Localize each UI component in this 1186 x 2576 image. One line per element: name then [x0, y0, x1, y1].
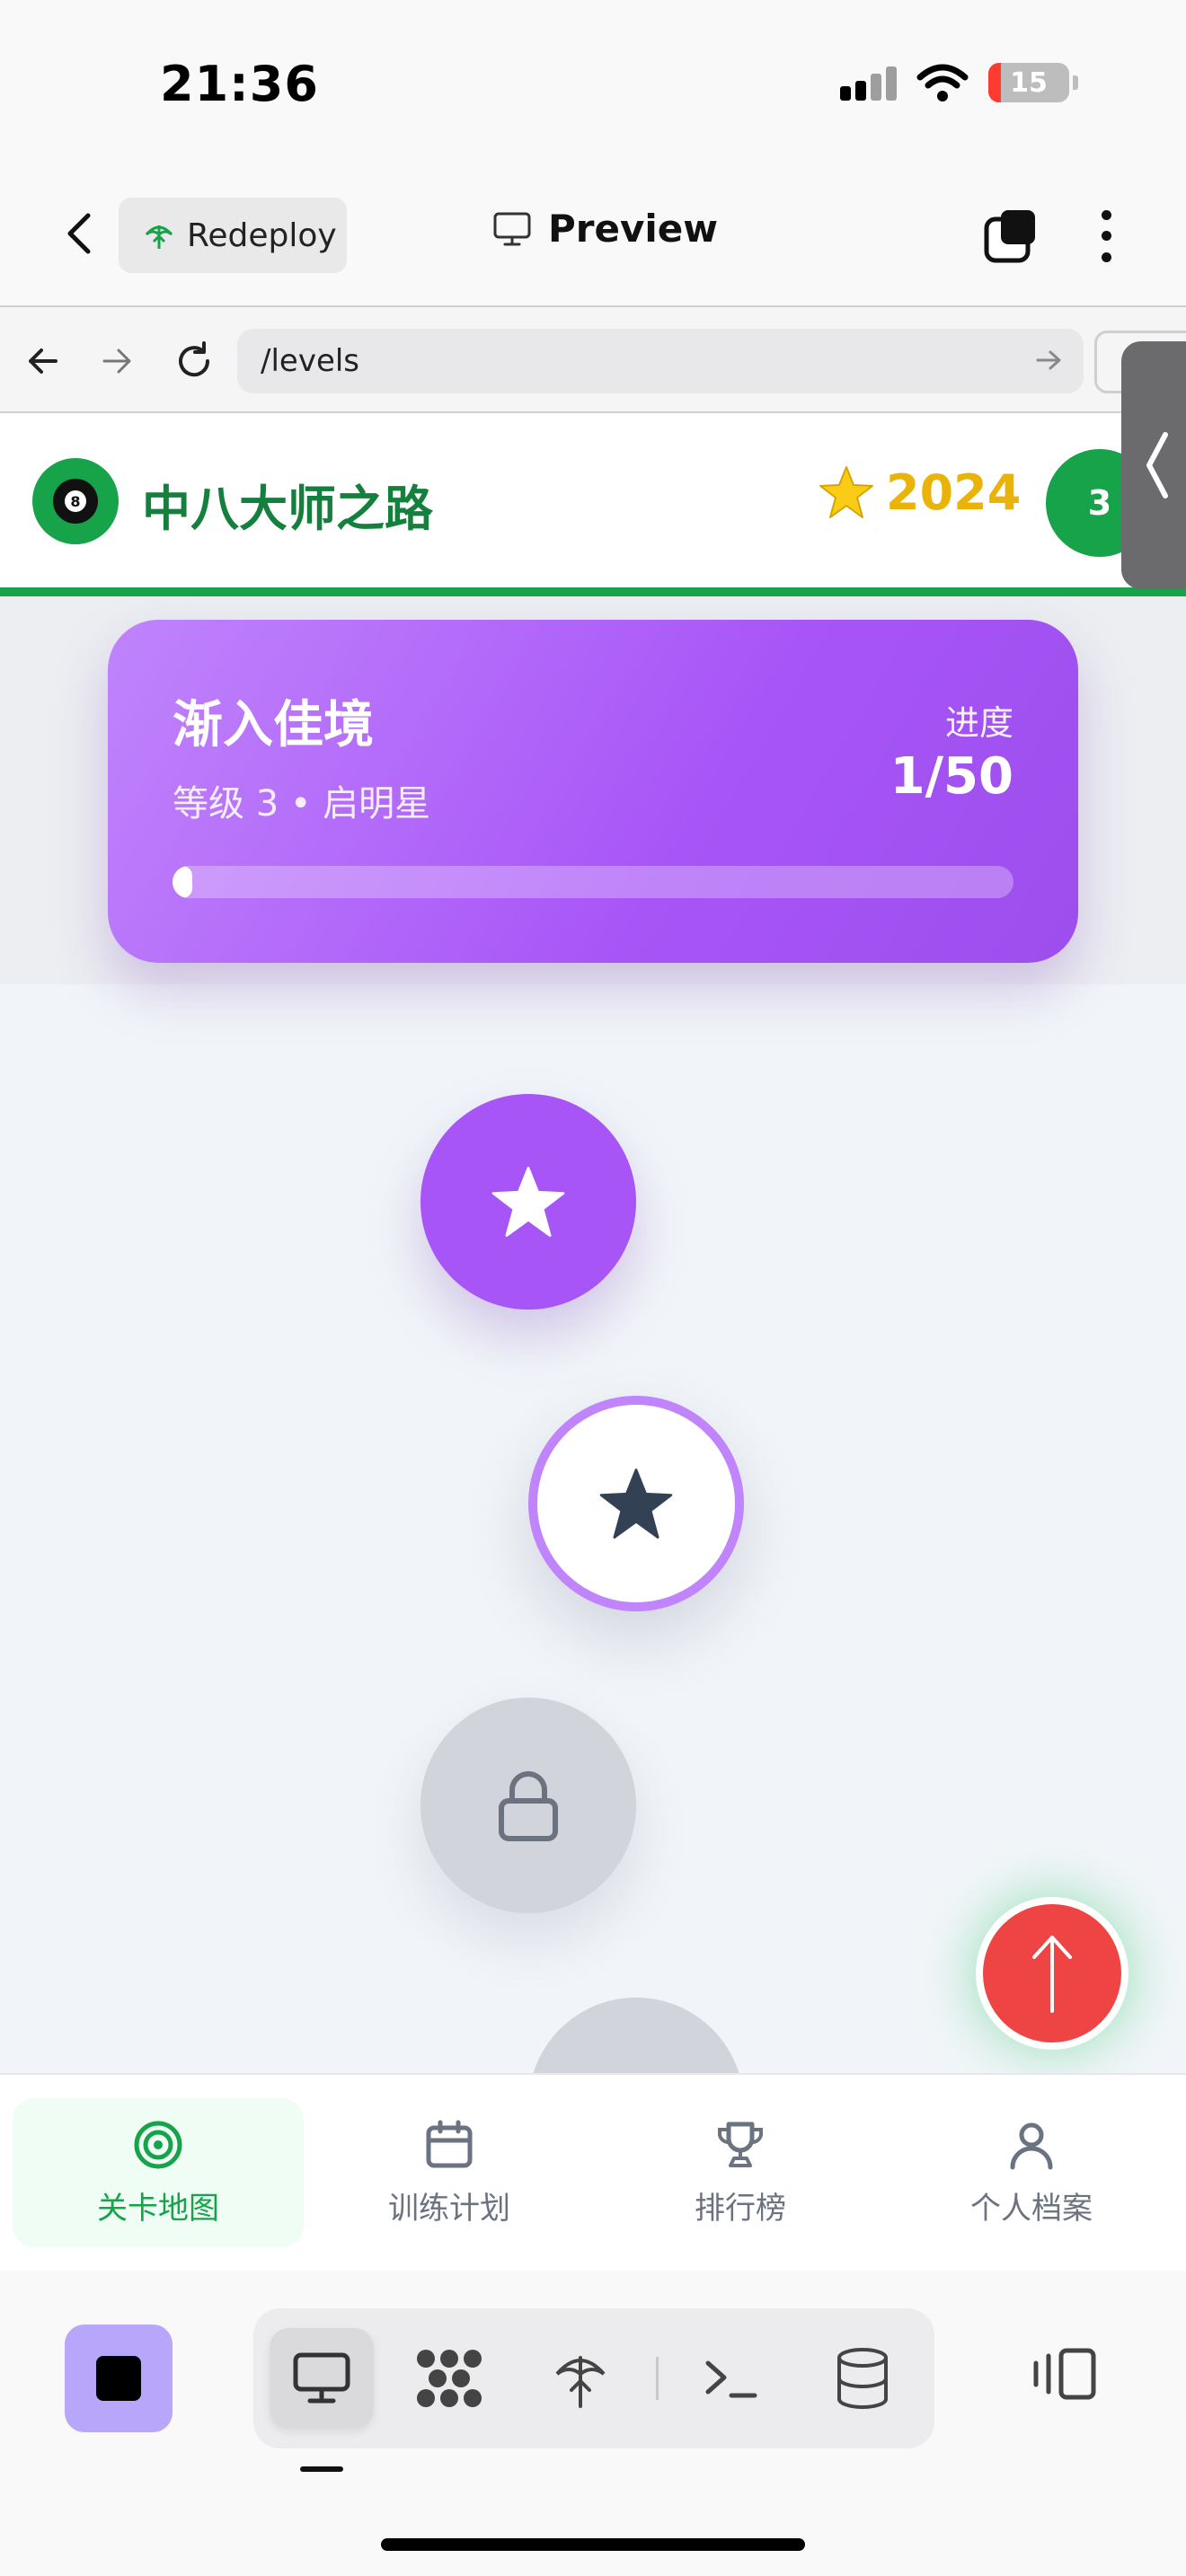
user-icon	[1010, 2122, 1053, 2169]
apps-tool-button[interactable]	[397, 2328, 501, 2429]
nav-label: 训练计划	[388, 2190, 510, 2227]
billiard-ball-icon: 8	[53, 479, 98, 524]
redeploy-button[interactable]: Redeploy	[119, 198, 347, 273]
browser-refresh-button[interactable]	[167, 334, 221, 388]
url-text: /levels	[261, 343, 360, 379]
level-node-locked[interactable]	[420, 1698, 636, 1913]
divider	[656, 2357, 659, 2400]
active-tool-indicator	[300, 2466, 343, 2472]
monitor-icon	[493, 212, 531, 245]
arrow-right-icon	[102, 348, 131, 374]
stars-counter: 2024	[818, 463, 1021, 521]
terminal-icon	[705, 2360, 757, 2398]
calendar-icon	[426, 2120, 473, 2167]
star-icon	[819, 466, 873, 518]
ide-toolbar	[0, 2271, 1186, 2576]
status-bar: 21:36 15	[0, 0, 1186, 171]
preview-tool-button[interactable]	[270, 2328, 374, 2429]
nav-label: 排行榜	[695, 2190, 786, 2227]
preview-tab[interactable]: Preview	[492, 207, 718, 251]
battery-level: 15	[1010, 66, 1048, 99]
home-indicator	[381, 2538, 805, 2551]
star-icon	[599, 1469, 673, 1539]
status-icons: 15	[840, 63, 1078, 102]
database-tool-button[interactable]	[810, 2328, 915, 2429]
app-logo: 8	[32, 458, 119, 544]
level-node-locked[interactable]	[528, 1998, 744, 2073]
stage-title: 渐入佳境	[173, 696, 374, 754]
url-input[interactable]: /levels	[237, 329, 1084, 393]
tabs-button[interactable]	[979, 205, 1042, 268]
preview-label: Preview	[548, 207, 719, 251]
database-icon	[837, 2348, 888, 2409]
progress-area: 渐入佳境 等级 3 • 启明星 进度 1/50	[0, 596, 1186, 984]
level-node-current[interactable]	[528, 1396, 744, 1611]
chevron-left-icon	[67, 213, 91, 254]
scroll-to-top-button[interactable]	[976, 1897, 1128, 2050]
arrow-up-icon	[1032, 1936, 1072, 2013]
app-title: 中八大师之路	[142, 481, 433, 537]
nav-training-plan[interactable]: 训练计划	[304, 2098, 595, 2247]
level-node-completed[interactable]	[420, 1094, 636, 1310]
deploy-tool-button[interactable]	[528, 2328, 633, 2429]
nav-label: 关卡地图	[97, 2190, 219, 2227]
go-arrow-icon[interactable]	[1033, 345, 1064, 375]
stop-icon	[96, 2356, 141, 2401]
status-time: 21:36	[160, 56, 319, 112]
level-map[interactable]: 渐入佳境 等级 3 • 启明星 进度 1/50	[0, 596, 1186, 2073]
app-toolbar: Redeploy Preview	[0, 171, 1186, 305]
layout-icon	[1033, 2348, 1096, 2400]
stop-button[interactable]	[65, 2325, 173, 2432]
arrow-left-icon	[29, 348, 58, 374]
chevron-left-icon	[1146, 432, 1168, 498]
refresh-icon	[179, 341, 210, 377]
bottom-nav: 关卡地图 训练计划 排行榜 个人档案	[0, 2073, 1186, 2271]
apps-grid-icon	[417, 2350, 482, 2407]
stage-subtitle: 等级 3 • 启明星	[173, 783, 431, 825]
ide-tool-group	[253, 2308, 934, 2448]
monitor-icon	[293, 2352, 350, 2404]
redeploy-label: Redeploy	[187, 216, 337, 254]
deploy-icon	[145, 225, 173, 249]
wifi-icon	[916, 64, 969, 101]
nav-leaderboard[interactable]: 排行榜	[595, 2098, 886, 2247]
nav-level-map[interactable]: 关卡地图	[13, 2098, 304, 2247]
terminal-tool-button[interactable]	[679, 2328, 783, 2429]
progress-value: 1/50	[890, 747, 1013, 806]
layout-button[interactable]	[1024, 2333, 1105, 2414]
browser-back-button[interactable]	[16, 334, 70, 388]
deploy-icon	[555, 2356, 606, 2408]
more-vertical-icon[interactable]	[1085, 205, 1127, 268]
back-button[interactable]	[52, 207, 106, 260]
tabs-icon	[984, 210, 1035, 263]
stars-total: 2024	[886, 463, 1022, 521]
browser-forward-button[interactable]	[90, 334, 144, 388]
progress-label: 进度	[944, 703, 1013, 743]
side-panel-toggle[interactable]	[1121, 341, 1186, 589]
browser-bar: /levels	[0, 305, 1186, 413]
trophy-icon	[718, 2122, 763, 2167]
star-icon	[491, 1167, 565, 1237]
cellular-signal-icon	[840, 65, 897, 101]
progress-bar	[173, 866, 1013, 898]
progress-bar-fill	[173, 866, 192, 898]
progress-card: 渐入佳境 等级 3 • 启明星 进度 1/50	[108, 620, 1078, 963]
battery-icon: 15	[988, 63, 1069, 102]
lock-icon	[499, 1771, 558, 1841]
app-header: 8 中八大师之路 2024 3	[0, 413, 1186, 596]
nav-profile[interactable]: 个人档案	[886, 2098, 1177, 2247]
target-icon	[134, 2121, 182, 2168]
nav-label: 个人档案	[970, 2190, 1093, 2227]
